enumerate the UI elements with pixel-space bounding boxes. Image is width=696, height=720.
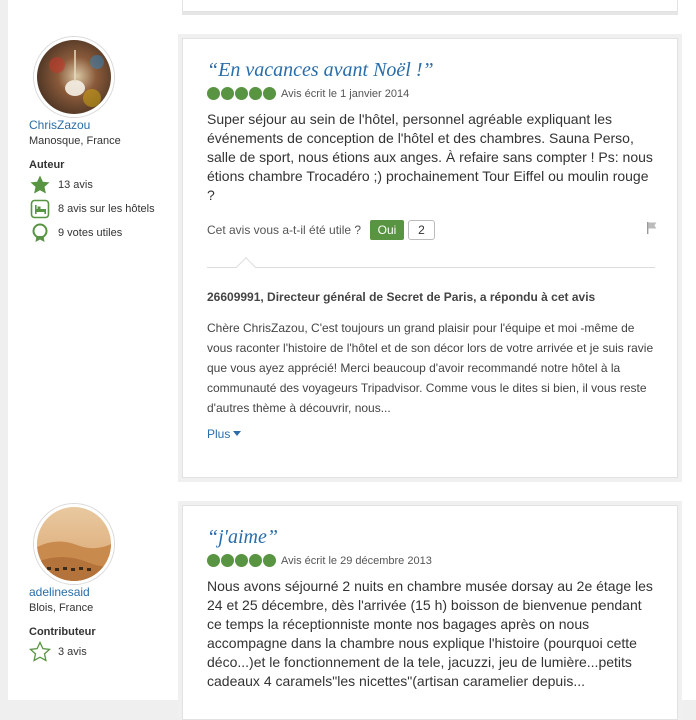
reviewer-location: Blois, France: [29, 602, 94, 614]
review-title-link[interactable]: “En vacances avant Noël !”: [207, 59, 434, 82]
star-outline-icon: [28, 640, 52, 663]
rating-bubble-icon: [221, 554, 234, 567]
rating-bubble-icon: [249, 87, 262, 100]
stat-helpful-votes: 9 votes utiles: [29, 222, 179, 246]
reviewer-level: Contributeur: [29, 626, 96, 638]
rating-bubble-icon: [263, 554, 276, 567]
response-notch: [236, 257, 256, 277]
stat-reviews: 13 avis: [29, 174, 179, 198]
review-body: Nous avons séjourné 2 nuits en chambre m…: [207, 578, 653, 689]
stat-reviews-text: 3 avis: [58, 646, 87, 658]
rating-bubble-icon: [235, 554, 248, 567]
rating-bubble-icon: [249, 554, 262, 567]
rating-bubbles: [207, 87, 276, 100]
reviewer-info: adelinesaid Blois, France Contributeur 3…: [28, 585, 179, 665]
review-title-link[interactable]: “j'aime”: [207, 526, 278, 549]
reviewer-name-link[interactable]: adelinesaid: [29, 585, 179, 599]
hotel-bed-icon: [29, 198, 51, 220]
helpful-count: 2: [408, 220, 435, 240]
rating-bubble-icon: [207, 87, 220, 100]
stat-helpful-votes-text: 9 votes utiles: [58, 227, 123, 239]
reviewer-info: ChrisZazou Manosque, France Auteur 13 av…: [29, 118, 179, 246]
review-card: “j'aime” Avis écrit le 29 décembre 2013 …: [182, 505, 678, 720]
stat-reviews: 3 avis: [28, 640, 179, 665]
stat-hotel-reviews: 8 avis sur les hôtels: [29, 198, 179, 222]
stat-reviews-text: 13 avis: [58, 179, 93, 191]
reviewer-location: Manosque, France: [29, 135, 121, 147]
rating-bubble-icon: [221, 87, 234, 100]
review-date: Avis écrit le 1 janvier 2014: [281, 88, 410, 100]
more-label: Plus: [207, 427, 231, 441]
avatar[interactable]: [34, 37, 114, 117]
reviewer-name-link[interactable]: ChrisZazou: [29, 118, 179, 132]
review-date: Avis écrit le 29 décembre 2013: [281, 555, 432, 567]
helpful-badge-icon: [29, 222, 51, 244]
reviews-page: ChrisZazou Manosque, France Auteur 13 av…: [8, 0, 696, 720]
star-icon: [29, 174, 51, 196]
more-link[interactable]: Plus: [207, 427, 242, 441]
rating-bubbles: [207, 554, 276, 567]
rating-bubble-icon: [263, 87, 276, 100]
review-card: “En vacances avant Noël !” Avis écrit le…: [182, 38, 678, 478]
response-divider: [207, 267, 655, 268]
chevron-down-icon: [233, 431, 242, 436]
helpful-yes-button[interactable]: Oui: [370, 220, 404, 240]
rating-bubble-icon: [235, 87, 248, 100]
report-flag-icon[interactable]: [645, 221, 659, 235]
helpful-question: Cet avis vous a-t-il été utile ?: [207, 223, 362, 237]
reviewer-level: Auteur: [29, 159, 65, 171]
previous-review-card: [182, 0, 678, 12]
stat-hotel-reviews-text: 8 avis sur les hôtels: [58, 203, 155, 215]
review-body: Super séjour au sein de l'hôtel, personn…: [207, 111, 653, 203]
management-response-text: Chère ChrisZazou, C'est toujours un gran…: [207, 321, 654, 415]
rating-bubble-icon: [207, 554, 220, 567]
avatar[interactable]: [34, 504, 114, 584]
management-response-title: 26609991, Directeur général de Secret de…: [207, 290, 596, 304]
